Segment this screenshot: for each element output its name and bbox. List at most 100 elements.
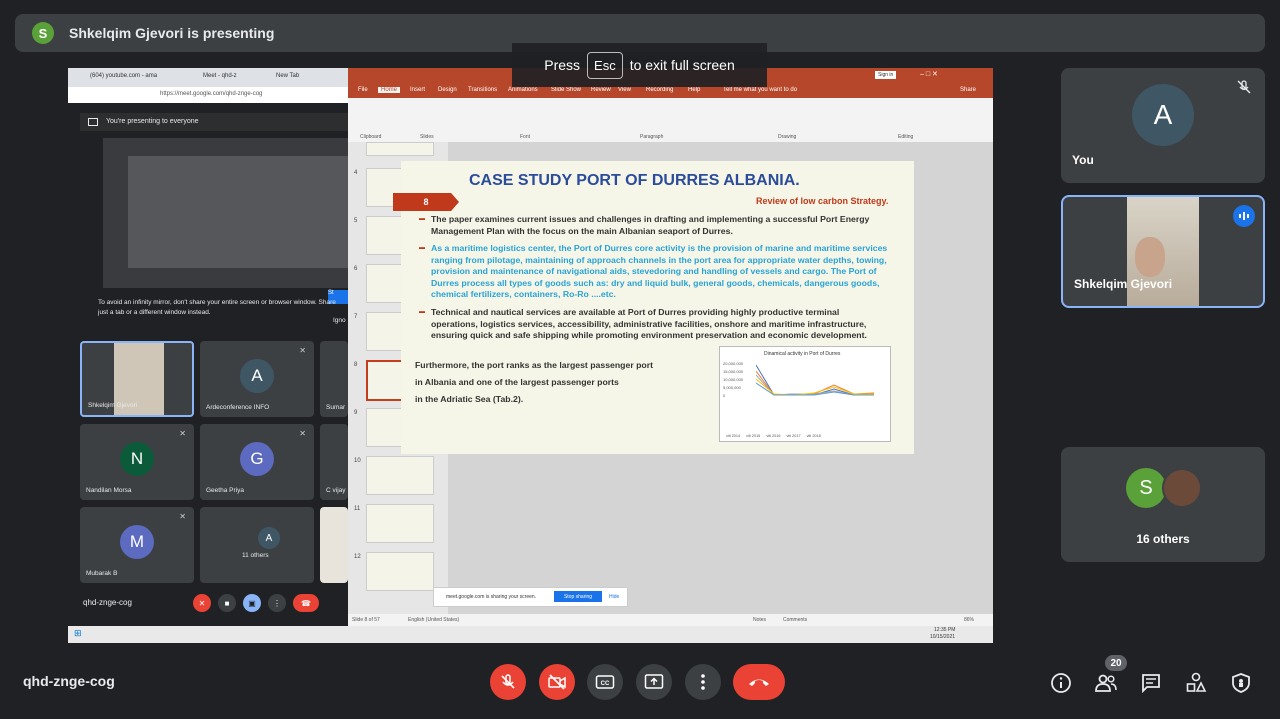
ribbon-tab: Animations	[508, 87, 538, 93]
participant-name: C vijay	[326, 487, 346, 494]
speaking-indicator-icon	[1233, 205, 1255, 227]
stop-sharing-button: Stop sharing	[554, 591, 602, 602]
shared-participant-tile: Sumar	[320, 341, 348, 417]
taskbar-clock: 12:35 PM	[934, 627, 956, 633]
slide-thumbnail	[366, 456, 434, 495]
ppt-status-bar: Slide 8 of 57 English (United States) No…	[348, 614, 993, 626]
others-tile[interactable]: S 16 others	[1061, 447, 1265, 562]
slide-paragraph: Technical and nautical services are avai…	[419, 307, 883, 342]
slide-thumbnail	[366, 552, 434, 591]
mic-off-icon: ✕	[299, 429, 306, 438]
thumb-number: 10	[354, 458, 361, 464]
self-tile[interactable]: A You	[1061, 68, 1265, 183]
ribbon-group-label: Clipboard	[360, 134, 382, 140]
comments-button: Comments	[783, 617, 808, 623]
shared-participant-tile: A ✕ Ardeconference INFO	[200, 341, 314, 417]
browser-url-bar: https://meet.google.com/qhd-znge-cog	[68, 87, 348, 103]
ribbon-group-label: Font	[520, 134, 531, 140]
ribbon-tab: Recording	[646, 87, 674, 93]
thumb-number: 6	[354, 266, 358, 272]
presenter-tile[interactable]: Shkelqim Gjevori	[1061, 195, 1265, 308]
windows-taskbar: ⊞ 12:35 PM 10/15/2021	[68, 626, 993, 643]
shared-browser-window: (604) youtube.com - ama Meet - qhd-z New…	[68, 68, 348, 643]
hangup-icon: ☎	[293, 594, 319, 612]
present-icon	[644, 674, 664, 689]
presenter-label: Shkelqim Gjevori	[1074, 277, 1173, 291]
meeting-details-button[interactable]	[1049, 671, 1073, 695]
activities-button[interactable]	[1184, 671, 1208, 695]
slide-text-line: in the Adriatic Sea (Tab.2).	[415, 394, 524, 404]
more-icon	[701, 674, 705, 690]
ribbon-tab: Slide Show	[551, 87, 582, 93]
hide-link: Hide	[609, 594, 620, 600]
participant-avatar: G	[240, 442, 274, 476]
ribbon-group-label: Editing	[898, 134, 914, 140]
ppt-ribbon: Clipboard Slides Font Paragraph Drawing …	[348, 98, 993, 143]
people-button[interactable]	[1094, 671, 1118, 695]
slide-thumbnail	[366, 142, 434, 156]
embedded-chart-lines	[756, 364, 875, 396]
ribbon-group-label: Slides	[420, 134, 434, 140]
participant-name: Geetha Priya	[206, 487, 244, 494]
sign-in-button: Sign in	[875, 71, 897, 79]
more-options-button[interactable]	[685, 664, 721, 700]
infinity-mirror-warning: To avoid an infinity mirror, don't share…	[98, 299, 336, 316]
leave-call-button[interactable]	[733, 664, 785, 700]
ribbon-tab: Home	[378, 87, 401, 93]
esc-hint-post: to exit full screen	[629, 57, 735, 73]
notes-button: Notes	[753, 617, 767, 623]
embedded-chart-legend: viti 2014 viti 2015 viti 2016 viti 2017 …	[726, 434, 821, 438]
presenter-avatar: S	[32, 22, 54, 44]
ribbon-tab: Tell me what you want to do	[723, 87, 798, 93]
svg-text:CC: CC	[601, 681, 610, 687]
info-icon	[1051, 673, 1071, 693]
thumb-number: 11	[354, 506, 361, 512]
thumb-number: 4	[354, 170, 358, 176]
ribbon-tab: View	[618, 87, 631, 93]
thumb-number: 8	[354, 362, 358, 368]
hangup-icon	[749, 679, 769, 686]
others-avatar: S	[1126, 468, 1166, 508]
slide-number-badge: 8	[393, 193, 459, 211]
presenter-video	[1127, 197, 1199, 306]
participant-name: Ardeconference INFO	[206, 404, 270, 411]
mic-toggle-button[interactable]	[490, 664, 526, 700]
browser-url: https://meet.google.com/qhd-znge-cog	[160, 91, 263, 97]
mic-off-icon: ✕	[179, 429, 186, 438]
host-controls-icon	[1232, 673, 1250, 693]
captions-button[interactable]: CC	[587, 664, 623, 700]
language: English (United States)	[408, 617, 460, 623]
esc-key: Esc	[587, 51, 623, 79]
mic-off-icon: ✕	[193, 594, 211, 612]
embedded-chart-yaxis: 20,000,000 15,000,000 10,000,000 5,000,0…	[723, 361, 744, 398]
browser-tab: Meet - qhd-z	[203, 73, 237, 79]
ribbon-tab: Help	[688, 87, 701, 93]
present-icon: ▣	[243, 594, 261, 612]
zoom-level: 86%	[964, 617, 975, 623]
presenting-text: Shkelqim Gjevori is presenting	[69, 25, 275, 41]
chat-button[interactable]	[1139, 671, 1163, 695]
host-controls-button[interactable]	[1229, 671, 1253, 695]
activities-icon	[1186, 672, 1207, 692]
others-label: 16 others	[1136, 532, 1190, 546]
sharing-note-text: meet.google.com is sharing your screen.	[446, 594, 537, 600]
shared-participant-tile: G ✕ Geetha Priya	[200, 424, 314, 500]
camera-toggle-button[interactable]	[539, 664, 575, 700]
others-avatar-photo	[1162, 468, 1202, 508]
slide-text-line: in Albania and one of the largest passen…	[415, 377, 619, 387]
participant-name: Mubarak B	[86, 570, 118, 577]
self-avatar: A	[1132, 84, 1194, 146]
thumb-number: 5	[354, 218, 358, 224]
presenting-to-everyone-text: You're presenting to everyone	[106, 118, 199, 125]
camera-icon: ■	[218, 594, 236, 612]
current-slide: CASE STUDY PORT OF DURRES ALBANIA. 8 Rev…	[393, 161, 914, 454]
shared-participant-tile: Shkelqim Gjevori	[80, 341, 194, 417]
mic-off-icon	[1237, 80, 1251, 94]
shared-participant-tile: C vijay	[320, 424, 348, 500]
present-now-button[interactable]	[636, 664, 672, 700]
mic-off-icon: ✕	[179, 512, 186, 521]
shared-participant-tile: N ✕ Nandilan Morsa	[80, 424, 194, 500]
ribbon-group-label: Paragraph	[640, 134, 664, 140]
slide-paragraph: As a maritime logistics center, the Port…	[419, 243, 901, 301]
shared-meeting-code: qhd-znge-cog	[83, 598, 132, 607]
